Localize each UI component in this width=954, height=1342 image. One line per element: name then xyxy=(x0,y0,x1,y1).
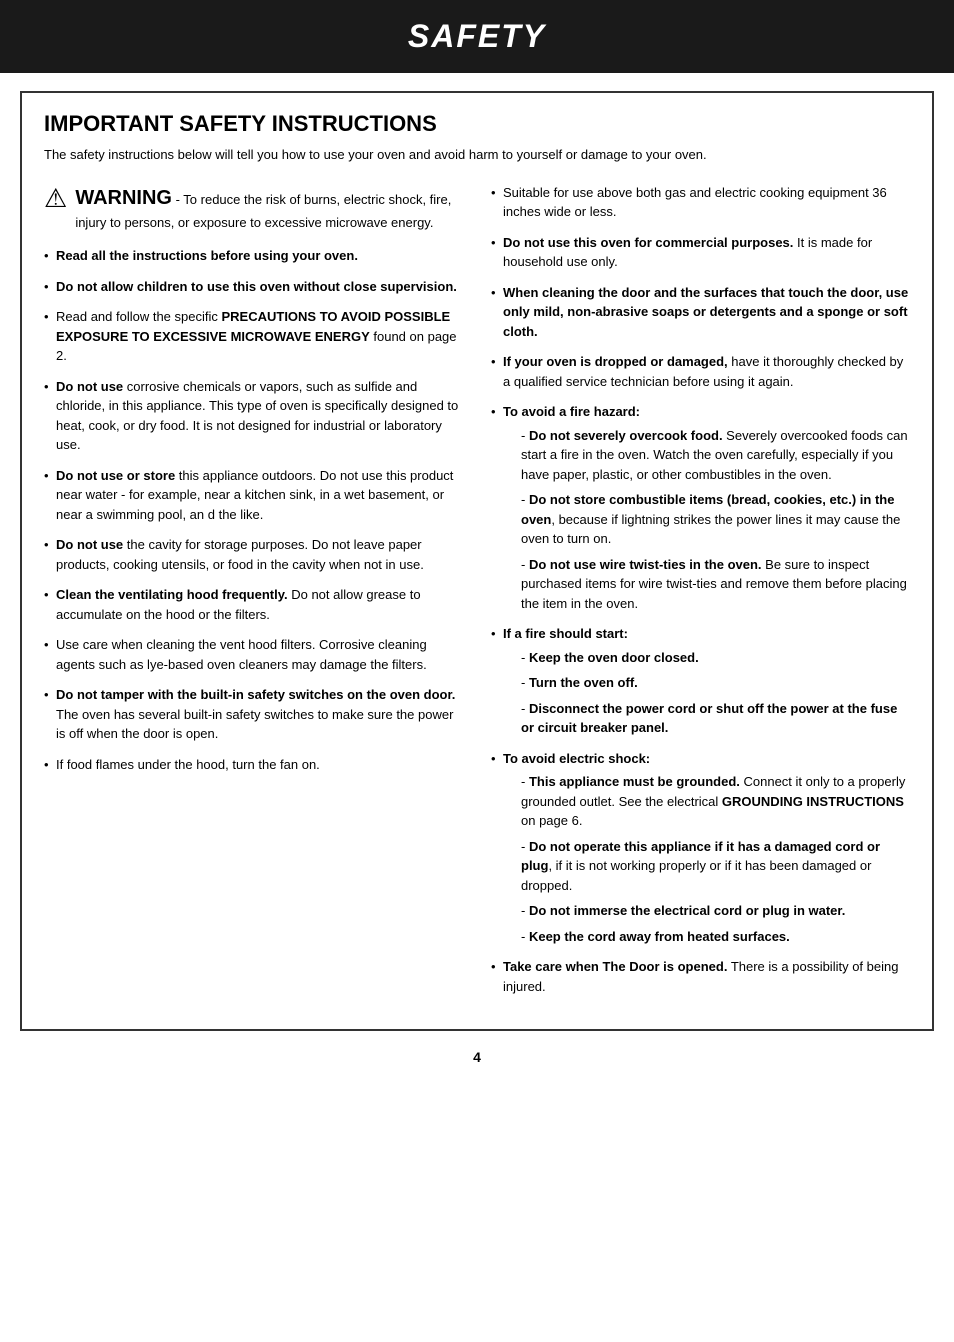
bullet-bold: Keep the cord away from heated surfaces. xyxy=(529,929,790,944)
bullet-bold: GROUNDING INSTRUCTIONS xyxy=(722,794,904,809)
bullet-bold: PRECAUTIONS TO AVOID POSSIBLE EXPOSURE T… xyxy=(56,309,450,344)
bullet-bold: This appliance must be grounded. xyxy=(529,774,740,789)
list-item: Take care when The Door is opened. There… xyxy=(491,957,910,996)
list-item: - Disconnect the power cord or shut off … xyxy=(521,699,910,738)
sub-bullet-list: - Keep the oven door closed. - Turn the … xyxy=(503,648,910,738)
list-item: Do not use corrosive chemicals or vapors… xyxy=(44,377,463,455)
main-content: IMPORTANT SAFETY INSTRUCTIONS The safety… xyxy=(20,91,934,1031)
section-title: IMPORTANT SAFETY INSTRUCTIONS xyxy=(44,111,910,137)
list-item: When cleaning the door and the surfaces … xyxy=(491,283,910,342)
bullet-bold: Do not use xyxy=(56,379,123,394)
right-column: Suitable for use above both gas and elec… xyxy=(491,183,910,1008)
warning-text: WARNING - To reduce the risk of burns, e… xyxy=(75,183,463,233)
bullet-bold: Do not use or store xyxy=(56,468,175,483)
list-item: If a fire should start: - Keep the oven … xyxy=(491,624,910,738)
list-item: Do not use the cavity for storage purpos… xyxy=(44,535,463,574)
bullet-bold: Clean the ventilating hood frequently. xyxy=(56,587,288,602)
list-item: Do not allow children to use this oven w… xyxy=(44,277,463,297)
bullet-bold: Do not use wire twist-ties in the oven. xyxy=(529,557,762,572)
list-item: To avoid electric shock: - This applianc… xyxy=(491,749,910,947)
list-item: Do not use this oven for commercial purp… xyxy=(491,233,910,272)
list-item: Use care when cleaning the vent hood fil… xyxy=(44,635,463,674)
bullet-bold: Do not store combustible items (bread, c… xyxy=(521,492,894,527)
page-number: 4 xyxy=(0,1049,954,1065)
list-item: Read all the instructions before using y… xyxy=(44,246,463,266)
list-item: Suitable for use above both gas and elec… xyxy=(491,183,910,222)
left-column: ⚠ WARNING - To reduce the risk of burns,… xyxy=(44,183,463,1008)
warning-word: WARNING xyxy=(75,187,172,209)
bullet-bold: Do not use xyxy=(56,537,123,552)
bullet-bold: Do not operate this appliance if it has … xyxy=(521,839,880,874)
sub-bullet-list: - Do not severely overcook food. Severel… xyxy=(503,426,910,614)
bullet-bold: Read all the instructions before using y… xyxy=(56,248,358,263)
warning-icon: ⚠ xyxy=(44,185,67,211)
list-item: - Keep the cord away from heated surface… xyxy=(521,927,910,947)
bullet-bold: Do not immerse the electrical cord or pl… xyxy=(529,903,845,918)
page-header: SAFETY xyxy=(0,0,954,73)
list-item: If your oven is dropped or damaged, have… xyxy=(491,352,910,391)
bullet-bold: Take care when The Door is opened. xyxy=(503,959,727,974)
intro-text: The safety instructions below will tell … xyxy=(44,145,910,165)
list-item: Clean the ventilating hood frequently. D… xyxy=(44,585,463,624)
list-item: If food flames under the hood, turn the … xyxy=(44,755,463,775)
bullet-bold: To avoid electric shock: xyxy=(503,751,650,766)
page-title: SAFETY xyxy=(0,18,954,55)
two-column-layout: ⚠ WARNING - To reduce the risk of burns,… xyxy=(44,183,910,1008)
bullet-bold: Turn the oven off. xyxy=(529,675,638,690)
bullet-bold: Keep the oven door closed. xyxy=(529,650,699,665)
list-item: Do not use or store this appliance outdo… xyxy=(44,466,463,525)
bullet-bold: Disconnect the power cord or shut off th… xyxy=(521,701,897,736)
list-item: - Do not immerse the electrical cord or … xyxy=(521,901,910,921)
list-item: - Turn the oven off. xyxy=(521,673,910,693)
bullet-bold: Do not allow children to use this oven w… xyxy=(56,279,457,294)
warning-block: ⚠ WARNING - To reduce the risk of burns,… xyxy=(44,183,463,233)
bullet-bold: If a fire should start: xyxy=(503,626,628,641)
list-item: - This appliance must be grounded. Conne… xyxy=(521,772,910,831)
list-item: Read and follow the specific PRECAUTIONS… xyxy=(44,307,463,366)
bullet-bold: When cleaning the door and the surfaces … xyxy=(503,285,908,339)
list-item: - Do not store combustible items (bread,… xyxy=(521,490,910,549)
list-item: - Do not severely overcook food. Severel… xyxy=(521,426,910,485)
list-item: Do not tamper with the built-in safety s… xyxy=(44,685,463,744)
bullet-bold: If your oven is dropped or damaged, xyxy=(503,354,728,369)
sub-bullet-list: - This appliance must be grounded. Conne… xyxy=(503,772,910,946)
bullet-bold: Do not use this oven for commercial purp… xyxy=(503,235,793,250)
list-item: - Do not operate this appliance if it ha… xyxy=(521,837,910,896)
list-item: - Do not use wire twist-ties in the oven… xyxy=(521,555,910,614)
bullet-bold: Do not severely overcook food. xyxy=(529,428,723,443)
list-item: - Keep the oven door closed. xyxy=(521,648,910,668)
bullet-bold: Do not tamper with the built-in safety s… xyxy=(56,687,455,702)
bullet-bold: To avoid a fire hazard: xyxy=(503,404,640,419)
list-item: To avoid a fire hazard: - Do not severel… xyxy=(491,402,910,613)
